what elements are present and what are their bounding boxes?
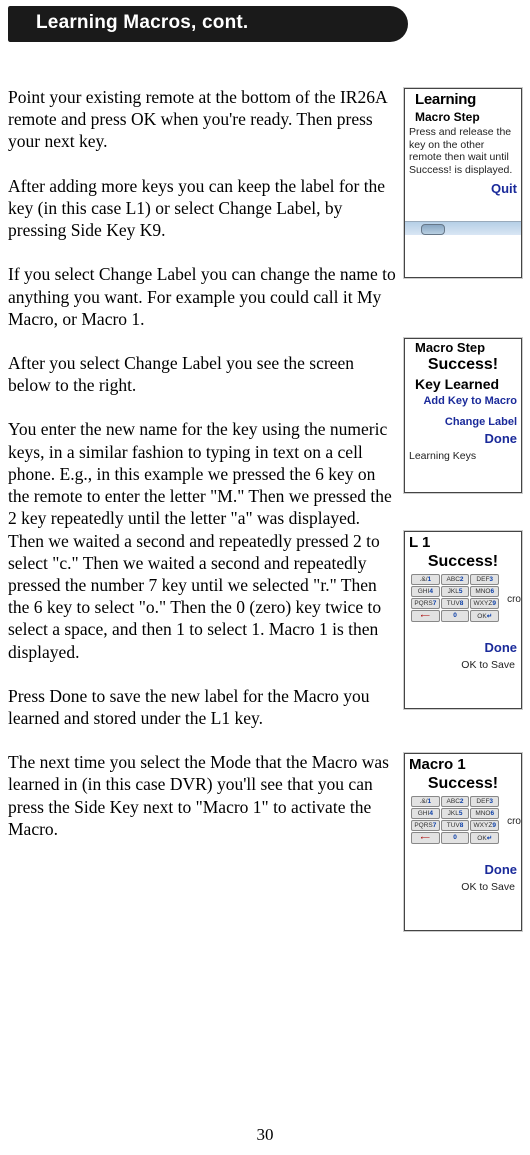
screenshot-bottom-bar-icon	[405, 221, 521, 235]
cro-text: cro	[503, 794, 521, 828]
section-header: Learning Macros, cont.	[8, 6, 408, 42]
screenshot-l1-success: L 1 Success! .&/1ABC2DEF3 GHI4JKL5MNO6 P…	[404, 531, 522, 709]
done-link: Done	[405, 860, 521, 878]
screenshot-body-text: Press and release the key on the other r…	[405, 125, 521, 177]
screenshot-quit-link: Quit	[405, 179, 521, 197]
change-label-link: Change Label	[405, 414, 521, 429]
keypad-icon: .&/1ABC2DEF3 GHI4JKL5MNO6 PQRS7TUV8WXYZ9…	[411, 574, 499, 622]
text-column: Point your existing remote at the bottom…	[8, 86, 398, 931]
screenshots-column: Learning Macro Step Press and release th…	[404, 86, 522, 931]
success-text: Success!	[405, 356, 521, 375]
paragraph: Point your existing remote at the bottom…	[8, 86, 398, 153]
page-number: 30	[0, 1125, 530, 1145]
paragraph: After you select Change Label you see th…	[8, 352, 398, 396]
paragraph: You enter the new name for the key using…	[8, 418, 398, 662]
screenshot-learning-macro-step: Learning Macro Step Press and release th…	[404, 88, 522, 278]
screenshot-title: L 1	[405, 532, 521, 553]
paragraph: Press Done to save the new label for the…	[8, 685, 398, 729]
screenshot-title: Macro 1	[405, 754, 521, 775]
screenshot-title: Learning	[405, 89, 521, 109]
done-link: Done	[405, 638, 521, 656]
screenshot-key-learned: Macro Step Success! Key Learned Add Key …	[404, 338, 522, 493]
learning-keys-text: Learning Keys	[405, 447, 521, 463]
paragraph: If you select Change Label you can chang…	[8, 263, 398, 330]
add-key-link: Add Key to Macro	[405, 393, 521, 408]
screenshot-subtitle: Macro Step	[405, 109, 521, 125]
screenshot-title: Macro Step	[405, 339, 521, 356]
done-link: Done	[405, 429, 521, 447]
cro-text: cro	[503, 572, 521, 606]
paragraph: After adding more keys you can keep the …	[8, 175, 398, 242]
success-text: Success!	[405, 553, 521, 572]
keypad-icon: .&/1ABC2DEF3 GHI4JKL5MNO6 PQRS7TUV8WXYZ9…	[411, 796, 499, 844]
ok-to-save-text: OK to Save	[405, 656, 521, 672]
content-area: Point your existing remote at the bottom…	[8, 86, 522, 931]
paragraph: The next time you select the Mode that t…	[8, 751, 398, 840]
ok-to-save-text: OK to Save	[405, 878, 521, 894]
success-text: Success!	[405, 775, 521, 794]
screenshot-macro1-success: Macro 1 Success! .&/1ABC2DEF3 GHI4JKL5MN…	[404, 753, 522, 931]
key-learned-text: Key Learned	[405, 375, 521, 393]
